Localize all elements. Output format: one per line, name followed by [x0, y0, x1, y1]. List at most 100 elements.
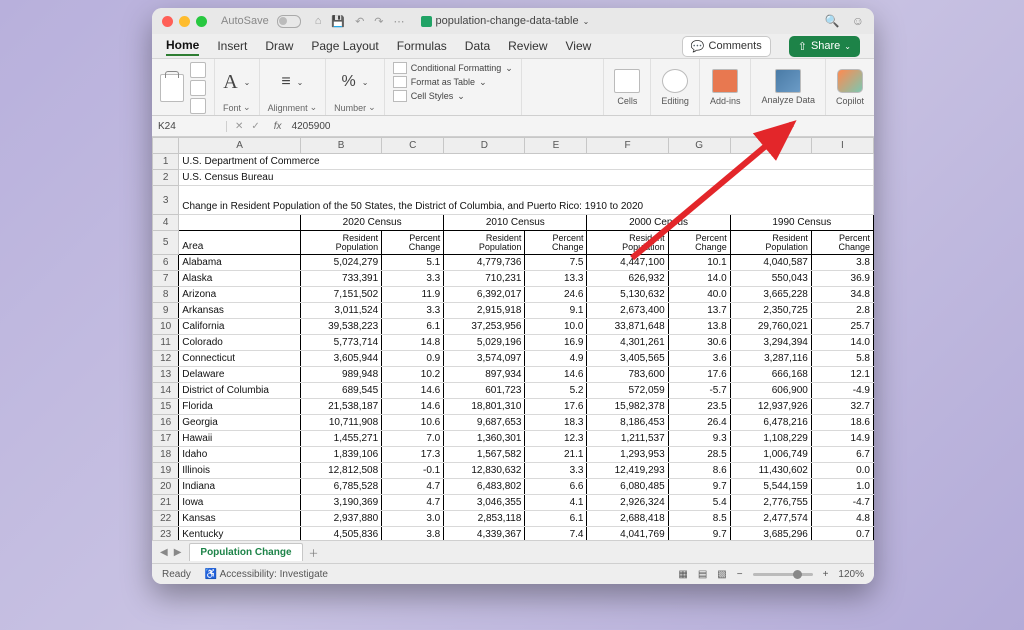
- cell[interactable]: 2,776,755: [730, 495, 811, 511]
- cell[interactable]: 10.1: [668, 255, 730, 271]
- fx-icon[interactable]: fx: [268, 121, 288, 132]
- cell[interactable]: 12,937,926: [730, 399, 811, 415]
- cell[interactable]: 4,040,587: [730, 255, 811, 271]
- cell[interactable]: 14.0: [811, 335, 873, 351]
- cell[interactable]: 4.7: [382, 479, 444, 495]
- save-icon[interactable]: 💾: [331, 15, 345, 28]
- cell[interactable]: 33,871,648: [587, 319, 668, 335]
- paste-icon[interactable]: [160, 74, 184, 102]
- cell[interactable]: 10,711,908: [301, 415, 382, 431]
- cell[interactable]: 2.8: [811, 303, 873, 319]
- sheet-tab[interactable]: Population Change: [189, 543, 302, 561]
- cell[interactable]: 9.7: [668, 527, 730, 541]
- cell[interactable]: Kentucky: [179, 527, 301, 541]
- cell[interactable]: 23.5: [668, 399, 730, 415]
- tab-review[interactable]: Review: [508, 37, 547, 55]
- cell[interactable]: 601,723: [444, 383, 525, 399]
- col-header[interactable]: B: [301, 138, 382, 154]
- cell[interactable]: 12.1: [811, 367, 873, 383]
- cell[interactable]: 1,567,582: [444, 447, 525, 463]
- cell[interactable]: Kansas: [179, 511, 301, 527]
- cell[interactable]: U.S. Department of Commerce: [179, 154, 874, 170]
- cell[interactable]: 30.6: [668, 335, 730, 351]
- cell[interactable]: 6,080,485: [587, 479, 668, 495]
- cell[interactable]: 2,688,418: [587, 511, 668, 527]
- cell[interactable]: -5.7: [668, 383, 730, 399]
- cell[interactable]: 39,538,223: [301, 319, 382, 335]
- cell[interactable]: 2,350,725: [730, 303, 811, 319]
- cell[interactable]: 24.6: [525, 287, 587, 303]
- cell[interactable]: Idaho: [179, 447, 301, 463]
- cancel-icon[interactable]: ✕: [235, 121, 243, 132]
- col-header[interactable]: D: [444, 138, 525, 154]
- maximize-icon[interactable]: [196, 16, 207, 27]
- cell[interactable]: 1,211,537: [587, 431, 668, 447]
- tab-home[interactable]: Home: [166, 36, 199, 56]
- cell[interactable]: Indiana: [179, 479, 301, 495]
- cell[interactable]: 572,059: [587, 383, 668, 399]
- cell[interactable]: 550,043: [730, 271, 811, 287]
- cell[interactable]: 13.3: [525, 271, 587, 287]
- cell[interactable]: 8.5: [668, 511, 730, 527]
- cell[interactable]: 21,538,187: [301, 399, 382, 415]
- cell[interactable]: 5.1: [382, 255, 444, 271]
- cell[interactable]: 783,600: [587, 367, 668, 383]
- tab-view[interactable]: View: [566, 37, 592, 55]
- cell[interactable]: 14.6: [525, 367, 587, 383]
- cell[interactable]: 14.9: [811, 431, 873, 447]
- cell[interactable]: 1,360,301: [444, 431, 525, 447]
- cell[interactable]: 5,773,714: [301, 335, 382, 351]
- cell[interactable]: Illinois: [179, 463, 301, 479]
- cell[interactable]: 3.6: [668, 351, 730, 367]
- cell[interactable]: 9.7: [668, 479, 730, 495]
- cell[interactable]: 626,932: [587, 271, 668, 287]
- cell[interactable]: 606,900: [730, 383, 811, 399]
- col-header[interactable]: G: [668, 138, 730, 154]
- cell[interactable]: Connecticut: [179, 351, 301, 367]
- col-header[interactable]: I: [811, 138, 873, 154]
- view-page-icon[interactable]: ▤: [698, 569, 707, 580]
- cell[interactable]: 2,915,918: [444, 303, 525, 319]
- comments-button[interactable]: 💬Comments: [682, 36, 771, 57]
- cut-icon[interactable]: [190, 62, 206, 78]
- cell[interactable]: Alabama: [179, 255, 301, 271]
- cell[interactable]: 14.8: [382, 335, 444, 351]
- col-header[interactable]: A: [179, 138, 301, 154]
- cell[interactable]: 10.2: [382, 367, 444, 383]
- cell[interactable]: 3,190,369: [301, 495, 382, 511]
- cell[interactable]: Change in Resident Population of the 50 …: [179, 186, 874, 215]
- autosave-toggle[interactable]: [277, 15, 301, 28]
- cell[interactable]: 3,574,097: [444, 351, 525, 367]
- cell[interactable]: 5.4: [668, 495, 730, 511]
- cell[interactable]: 12.3: [525, 431, 587, 447]
- cell[interactable]: 34.8: [811, 287, 873, 303]
- cell[interactable]: 29,760,021: [730, 319, 811, 335]
- accessibility-status[interactable]: ♿ Accessibility: Investigate: [205, 569, 328, 580]
- cell[interactable]: 6,478,216: [730, 415, 811, 431]
- cell[interactable]: 1,006,749: [730, 447, 811, 463]
- zoom-out-button[interactable]: −: [737, 569, 743, 580]
- cell[interactable]: 6.1: [382, 319, 444, 335]
- cell[interactable]: 4.8: [811, 511, 873, 527]
- cell[interactable]: Colorado: [179, 335, 301, 351]
- cell[interactable]: Delaware: [179, 367, 301, 383]
- format-painter-icon[interactable]: [190, 98, 206, 114]
- cell[interactable]: 4,339,367: [444, 527, 525, 541]
- cell[interactable]: California: [179, 319, 301, 335]
- cell[interactable]: U.S. Census Bureau: [179, 170, 874, 186]
- cell[interactable]: 666,168: [730, 367, 811, 383]
- cell[interactable]: 10.6: [382, 415, 444, 431]
- cell[interactable]: 14.6: [382, 383, 444, 399]
- cell[interactable]: 10.0: [525, 319, 587, 335]
- cell[interactable]: 3,685,296: [730, 527, 811, 541]
- cell[interactable]: 5.2: [525, 383, 587, 399]
- cell[interactable]: 8.6: [668, 463, 730, 479]
- view-break-icon[interactable]: ▧: [717, 569, 726, 580]
- cell[interactable]: 4,447,100: [587, 255, 668, 271]
- tab-page-layout[interactable]: Page Layout: [311, 37, 378, 55]
- cell[interactable]: Florida: [179, 399, 301, 415]
- cell[interactable]: 21.1: [525, 447, 587, 463]
- cell[interactable]: 0.0: [811, 463, 873, 479]
- cell[interactable]: 710,231: [444, 271, 525, 287]
- redo-icon[interactable]: ↷: [374, 15, 383, 28]
